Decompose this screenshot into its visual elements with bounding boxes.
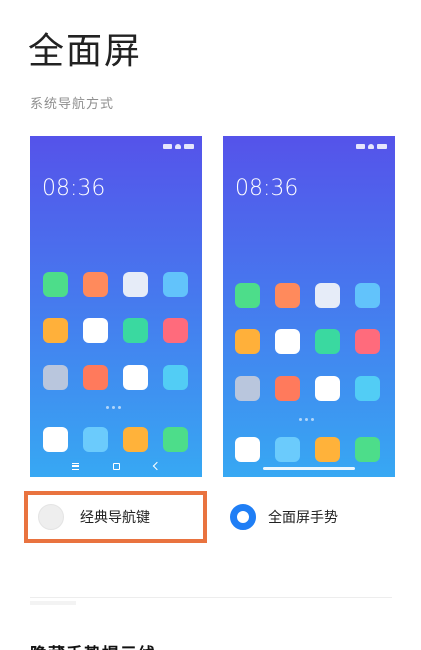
classic-navigation-preview[interactable]: 08:36	[30, 136, 202, 477]
gesture-hint-line	[263, 467, 355, 470]
battery-icon	[377, 144, 387, 149]
app-icon	[123, 318, 148, 343]
app-icon	[43, 272, 68, 297]
app-icon	[275, 376, 300, 401]
app-icon	[275, 283, 300, 308]
section-label: 系统导航方式	[30, 97, 115, 112]
classic-navigation-option[interactable]: 经典导航键	[24, 491, 207, 543]
app-icon	[163, 272, 188, 297]
app-icon	[275, 329, 300, 354]
app-icon	[43, 427, 68, 452]
classic-radio[interactable]	[38, 504, 64, 530]
status-icons	[356, 144, 387, 149]
app-icon	[83, 272, 108, 297]
divider	[30, 597, 392, 598]
clock: 08:36	[235, 176, 299, 201]
app-icon	[163, 365, 188, 390]
app-icon	[355, 329, 380, 354]
clock: 08:36	[42, 176, 106, 201]
page-indicator	[106, 406, 121, 409]
navigation-bar	[30, 455, 202, 477]
wifi-icon	[368, 144, 374, 149]
signal-icon	[163, 144, 172, 149]
wifi-icon	[175, 144, 181, 149]
app-icon	[83, 427, 108, 452]
divider-mark	[30, 601, 76, 605]
home-icon	[113, 462, 120, 470]
app-icon	[235, 437, 260, 462]
app-icon	[315, 376, 340, 401]
gesture-navigation-preview[interactable]: 08:36	[223, 136, 395, 477]
app-icon	[235, 376, 260, 401]
app-icon	[315, 437, 340, 462]
gesture-navigation-option[interactable]: 全面屏手势	[230, 491, 400, 543]
gesture-radio[interactable]	[230, 504, 256, 530]
app-icon	[235, 329, 260, 354]
menu-icon	[72, 462, 79, 470]
app-icon	[355, 376, 380, 401]
app-icon	[43, 318, 68, 343]
app-icon	[163, 318, 188, 343]
app-icon	[83, 365, 108, 390]
signal-icon	[356, 144, 365, 149]
app-icon	[315, 329, 340, 354]
battery-icon	[184, 144, 194, 149]
app-icon	[123, 365, 148, 390]
app-icon	[315, 283, 340, 308]
back-icon	[152, 461, 162, 471]
app-icon	[355, 283, 380, 308]
status-icons	[163, 144, 194, 149]
page-title: 全面屏	[28, 31, 143, 72]
app-icon	[83, 318, 108, 343]
classic-option-label: 经典导航键	[80, 510, 150, 526]
app-icon	[123, 272, 148, 297]
app-icon	[163, 427, 188, 452]
app-icon	[355, 437, 380, 462]
app-icon	[275, 437, 300, 462]
page-indicator	[299, 418, 314, 421]
hide-gesture-hint-heading[interactable]: 隐藏手势提示线	[30, 640, 156, 650]
gesture-option-label: 全面屏手势	[268, 510, 338, 526]
app-icon	[235, 283, 260, 308]
app-icon	[43, 365, 68, 390]
app-icon	[123, 427, 148, 452]
